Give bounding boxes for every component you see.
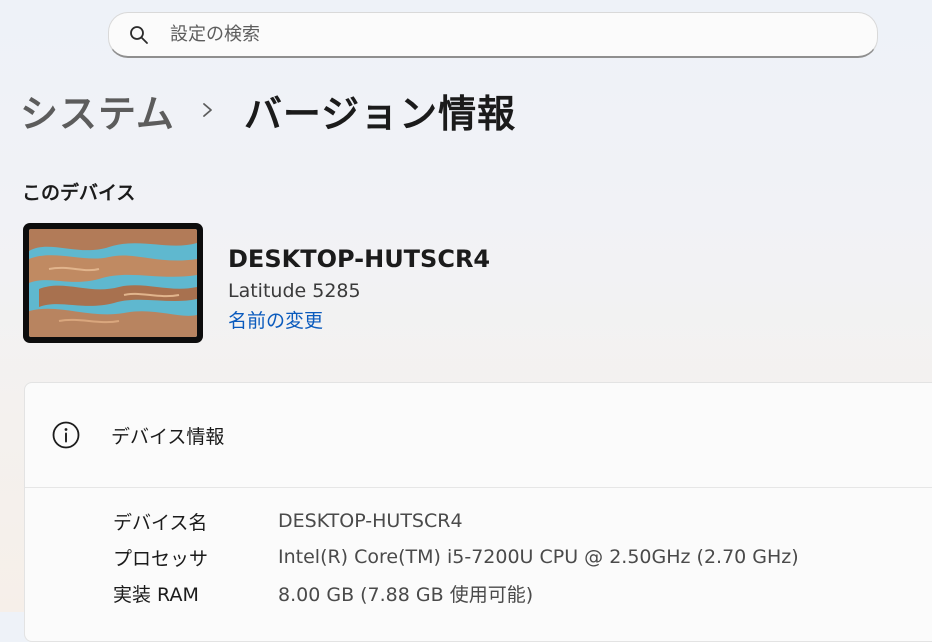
chevron-right-icon [202,100,214,120]
info-icon [51,420,81,450]
breadcrumb-parent-system[interactable]: システム [20,83,175,138]
device-summary: DESKTOP-HUTSCR4 Latitude 5285 名前の変更 [228,242,490,336]
spec-label: デバイス名 [113,511,208,534]
page-title: バージョン情報 [243,91,517,136]
spec-value: Intel(R) Core(TM) i5-7200U CPU @ 2.50GHz… [278,546,799,568]
spec-label: 実装 RAM [113,583,199,606]
spec-list: デバイス名 DESKTOP-HUTSCR4 プロセッサ Intel(R) Cor… [113,503,799,611]
settings-search-box[interactable] [108,12,878,58]
spec-row-processor: プロセッサ Intel(R) Core(TM) i5-7200U CPU @ 2… [113,539,799,575]
section-title-this-device: このデバイス [22,182,136,204]
device-specifications-card: デバイス情報 デバイス名 DESKTOP-HUTSCR4 プロセッサ Intel… [24,382,932,642]
search-input[interactable] [170,19,850,50]
search-icon [128,24,150,46]
device-name-heading: DESKTOP-HUTSCR4 [228,245,491,273]
device-model: Latitude 5285 [228,280,361,302]
device-specifications-title: デバイス情報 [111,425,225,448]
spec-row-ram: 実装 RAM 8.00 GB (7.88 GB 使用可能) [113,575,799,611]
spec-value: 8.00 GB (7.88 GB 使用可能) [278,583,534,606]
spec-value: DESKTOP-HUTSCR4 [278,510,463,532]
device-wallpaper-preview [23,223,203,343]
spec-row-device-name: デバイス名 DESKTOP-HUTSCR4 [113,503,799,539]
breadcrumb: システム バージョン情報 [20,84,516,136]
rename-pc-link[interactable]: 名前の変更 [228,306,323,336]
device-specifications-header[interactable]: デバイス情報 [25,383,932,488]
spec-label: プロセッサ [113,547,209,570]
